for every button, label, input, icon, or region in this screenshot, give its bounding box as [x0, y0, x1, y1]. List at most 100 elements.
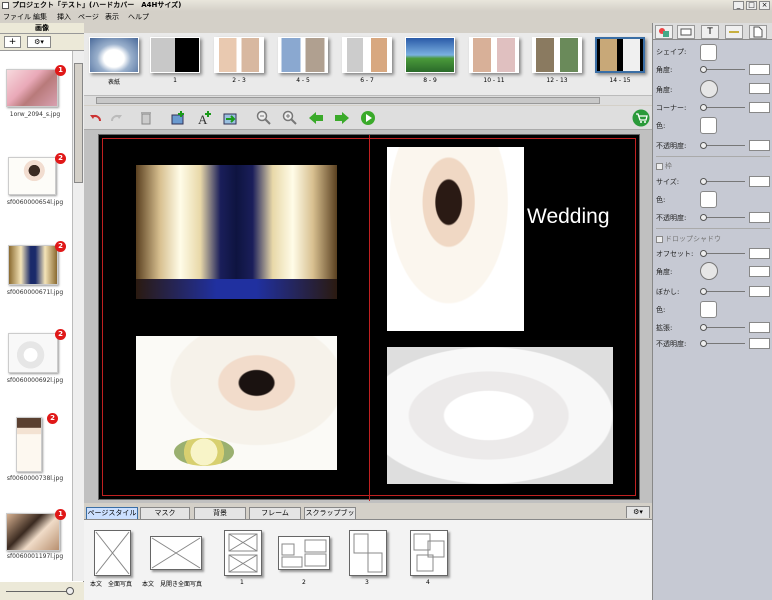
menu-file[interactable]: ファイル	[3, 11, 31, 23]
frame-color-swatch[interactable]	[700, 191, 717, 208]
chapel-photo[interactable]	[136, 165, 337, 299]
image-list: 1 1orw_2094_s.jpg 2 sf0060000654l.jpg 2 …	[0, 51, 70, 581]
slider-knob[interactable]	[700, 104, 707, 111]
corner-value[interactable]	[749, 102, 770, 113]
shadow-opacity-label: 不透明度:	[656, 340, 687, 348]
slider-knob[interactable]	[700, 324, 707, 331]
add-image-button[interactable]: +	[4, 36, 21, 48]
slider-knob[interactable]	[700, 214, 707, 221]
tab-scrapbook[interactable]: スクラップブック	[304, 507, 356, 528]
scrollbar-thumb[interactable]	[74, 63, 83, 183]
opacity-value[interactable]	[749, 140, 770, 151]
text-icon: T	[707, 27, 713, 37]
tab-page-style[interactable]: ページスタイル	[86, 507, 138, 519]
color-swatch[interactable]	[700, 117, 717, 134]
trash-icon[interactable]	[138, 110, 154, 126]
corner-slider[interactable]	[701, 107, 745, 108]
zoom-in-icon[interactable]	[282, 110, 298, 126]
spread-value[interactable]	[749, 322, 770, 333]
blur-value[interactable]	[749, 286, 770, 297]
redo-icon[interactable]	[108, 110, 124, 126]
arrow-right-icon[interactable]	[334, 110, 350, 126]
opacity-slider[interactable]	[701, 145, 745, 146]
tab-shape-props[interactable]	[655, 25, 673, 39]
menu-insert[interactable]: 挿入	[57, 11, 71, 23]
rotation-value[interactable]	[749, 64, 770, 75]
menu-view[interactable]: 表示	[105, 11, 119, 23]
image-options-button[interactable]: ⚙▾	[27, 36, 51, 48]
minimize-button[interactable]: _	[733, 1, 744, 10]
tab-background[interactable]: 背景	[194, 507, 246, 519]
list-item[interactable]: 1 sf0060001197l.jpg	[0, 509, 70, 589]
undo-icon[interactable]	[88, 110, 104, 126]
slider-knob[interactable]	[700, 340, 707, 347]
tab-mask[interactable]: マスク	[140, 507, 190, 519]
shadow-angle-value[interactable]	[749, 266, 770, 277]
page-label: 8 - 9	[423, 77, 437, 84]
tab-frame[interactable]: フレーム	[249, 507, 301, 519]
add-text-icon[interactable]: A	[196, 110, 212, 126]
drop-shadow-checkbox[interactable]: ドロップシャドウ	[656, 234, 721, 244]
play-icon[interactable]	[360, 110, 376, 126]
layout-label: 本文 全面写真	[90, 581, 133, 588]
frame-checkbox[interactable]: 枠	[656, 161, 672, 171]
bride-smile-photo[interactable]	[136, 336, 337, 470]
bouquet-photo[interactable]	[387, 347, 613, 484]
cart-icon[interactable]	[632, 109, 650, 127]
shadow-color-swatch[interactable]	[700, 301, 717, 318]
blur-slider[interactable]	[701, 291, 745, 292]
slider-knob[interactable]	[700, 178, 707, 185]
offset-slider[interactable]	[701, 253, 745, 254]
tab-frame-props[interactable]	[677, 25, 695, 39]
shadow-opacity-slider[interactable]	[701, 343, 745, 344]
thumbnail-size-slider[interactable]	[0, 582, 84, 600]
list-item[interactable]: 2 sf0060000738l.jpg	[0, 413, 70, 503]
spread-slider[interactable]	[701, 327, 745, 328]
slider-knob[interactable]	[700, 66, 707, 73]
menu-edit[interactable]: 編集	[33, 11, 47, 23]
tab-page-props[interactable]	[749, 25, 767, 39]
slider-knob[interactable]	[700, 250, 707, 257]
shape-picker[interactable]	[700, 44, 717, 61]
size-value[interactable]	[749, 176, 770, 187]
scrollbar-thumb[interactable]	[96, 97, 600, 104]
list-item[interactable]: 2 sf0060000671l.jpg	[0, 241, 70, 321]
image-list-scrollbar[interactable]	[72, 51, 84, 581]
shadow-opacity-value[interactable]	[749, 338, 770, 349]
slider-knob[interactable]	[700, 142, 707, 149]
page-thumbnail	[469, 37, 519, 73]
angle-dial[interactable]	[700, 80, 718, 98]
page-strip-scrollbar[interactable]	[84, 95, 652, 105]
close-button[interactable]: ×	[759, 1, 770, 10]
frame-opacity-value[interactable]	[749, 212, 770, 223]
shadow-angle-dial[interactable]	[700, 262, 718, 280]
tab-line-props[interactable]	[725, 25, 743, 39]
image-panel-header: 画像	[0, 23, 84, 34]
menu-help[interactable]: ヘルプ	[128, 11, 149, 23]
rotation-slider[interactable]	[701, 69, 745, 70]
maximize-button[interactable]: □	[746, 1, 757, 10]
replace-photo-icon[interactable]	[222, 110, 238, 126]
offset-value[interactable]	[749, 248, 770, 259]
page-spread[interactable]: Wedding	[98, 134, 640, 501]
list-item[interactable]: 1 1orw_2094_s.jpg	[0, 65, 70, 145]
wedding-text[interactable]: Wedding	[527, 205, 610, 229]
zoom-out-icon[interactable]	[256, 110, 272, 126]
tab-options-button[interactable]: ⚙▾	[626, 506, 650, 518]
frame-opacity-slider[interactable]	[701, 217, 745, 218]
angle-value[interactable]	[749, 83, 770, 94]
bride-veil-photo[interactable]	[387, 147, 524, 331]
list-item[interactable]: 2 sf0060000692l.jpg	[0, 329, 70, 409]
checkbox-box	[656, 235, 663, 243]
shadow-color-label: 色:	[656, 306, 666, 314]
size-slider[interactable]	[701, 181, 745, 182]
tab-text-props[interactable]: T	[701, 25, 719, 39]
list-item[interactable]: 2 sf0060000654l.jpg	[0, 153, 70, 233]
add-photo-icon[interactable]	[170, 110, 186, 126]
menu-page[interactable]: ページ	[78, 11, 99, 23]
arrow-left-icon[interactable]	[308, 110, 324, 126]
style-tabs: ページスタイル マスク 背景 フレーム スクラップブック ⚙▾	[84, 505, 652, 528]
slider-knob[interactable]	[700, 288, 707, 295]
slider-knob[interactable]	[66, 587, 74, 595]
usage-count-badge: 1	[55, 509, 66, 520]
